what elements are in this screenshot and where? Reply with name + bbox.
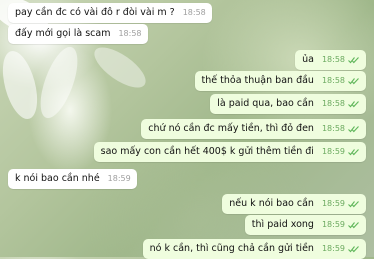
double-check-icon bbox=[348, 246, 359, 253]
message-bubble-incoming[interactable]: k nói bao cần nhé 18:59 bbox=[8, 169, 137, 189]
message-text: nó k cần, thì cũng chả cần gửi tiền bbox=[149, 243, 314, 254]
message-bubble-outgoing[interactable]: chứ nó cần đc mấy tiền, thì đỏ đen 18:58 bbox=[141, 119, 366, 139]
message-text: là paid qua, bao cần bbox=[217, 98, 314, 109]
message-time: 18:58 bbox=[321, 124, 345, 133]
message-time: 18:59 bbox=[321, 220, 345, 229]
double-check-icon bbox=[348, 57, 359, 64]
message-text: đấy mới gọi là scam bbox=[15, 28, 111, 39]
double-check-icon bbox=[348, 149, 359, 156]
double-check-icon bbox=[348, 201, 359, 208]
message-text: chứ nó cần đc mấy tiền, thì đỏ đen bbox=[148, 123, 314, 134]
chat-area[interactable]: pay cần đc có vài đô r đòi vài m ? 18:58… bbox=[0, 0, 374, 259]
message-bubble-incoming[interactable]: pay cần đc có vài đô r đòi vài m ? 18:58 bbox=[8, 3, 212, 23]
message-time: 18:58 bbox=[321, 55, 345, 64]
message-bubble-incoming[interactable]: đấy mới gọi là scam 18:58 bbox=[8, 24, 148, 44]
message-bubble-outgoing[interactable]: sao mấy con cần hết 400$ k gửi thêm tiền… bbox=[93, 142, 366, 162]
message-text: nếu k nói bao cần bbox=[229, 198, 314, 209]
double-check-icon bbox=[348, 222, 359, 229]
message-bubble-outgoing[interactable]: nó k cần, thì cũng chả cần gửi tiền 18:5… bbox=[142, 239, 366, 259]
message-time: 18:58 bbox=[182, 8, 206, 17]
message-time: 18:59 bbox=[321, 244, 345, 253]
message-time: 18:59 bbox=[107, 174, 131, 183]
double-check-icon bbox=[348, 101, 359, 108]
message-bubble-outgoing[interactable]: nếu k nói bao cần 18:59 bbox=[222, 194, 366, 214]
message-text: ủa bbox=[302, 54, 314, 65]
double-check-icon bbox=[348, 78, 359, 85]
message-time: 18:58 bbox=[118, 29, 142, 38]
message-bubble-outgoing[interactable]: thì paid xong 18:59 bbox=[244, 215, 366, 235]
message-time: 18:59 bbox=[321, 147, 345, 156]
message-text: thế thỏa thuận ban đầu bbox=[201, 75, 314, 86]
message-text: pay cần đc có vài đô r đòi vài m ? bbox=[15, 7, 175, 18]
message-bubble-outgoing[interactable]: là paid qua, bao cần 18:58 bbox=[210, 94, 366, 114]
message-text: thì paid xong bbox=[251, 219, 314, 230]
message-text: k nói bao cần nhé bbox=[15, 173, 100, 184]
message-bubble-outgoing[interactable]: thế thỏa thuận ban đầu 18:58 bbox=[194, 71, 366, 91]
message-time: 18:58 bbox=[321, 99, 345, 108]
message-time: 18:58 bbox=[321, 76, 345, 85]
message-time: 18:59 bbox=[321, 199, 345, 208]
message-bubble-outgoing[interactable]: ủa 18:58 bbox=[295, 50, 366, 70]
double-check-icon bbox=[348, 126, 359, 133]
message-text: sao mấy con cần hết 400$ k gửi thêm tiền… bbox=[100, 146, 314, 157]
